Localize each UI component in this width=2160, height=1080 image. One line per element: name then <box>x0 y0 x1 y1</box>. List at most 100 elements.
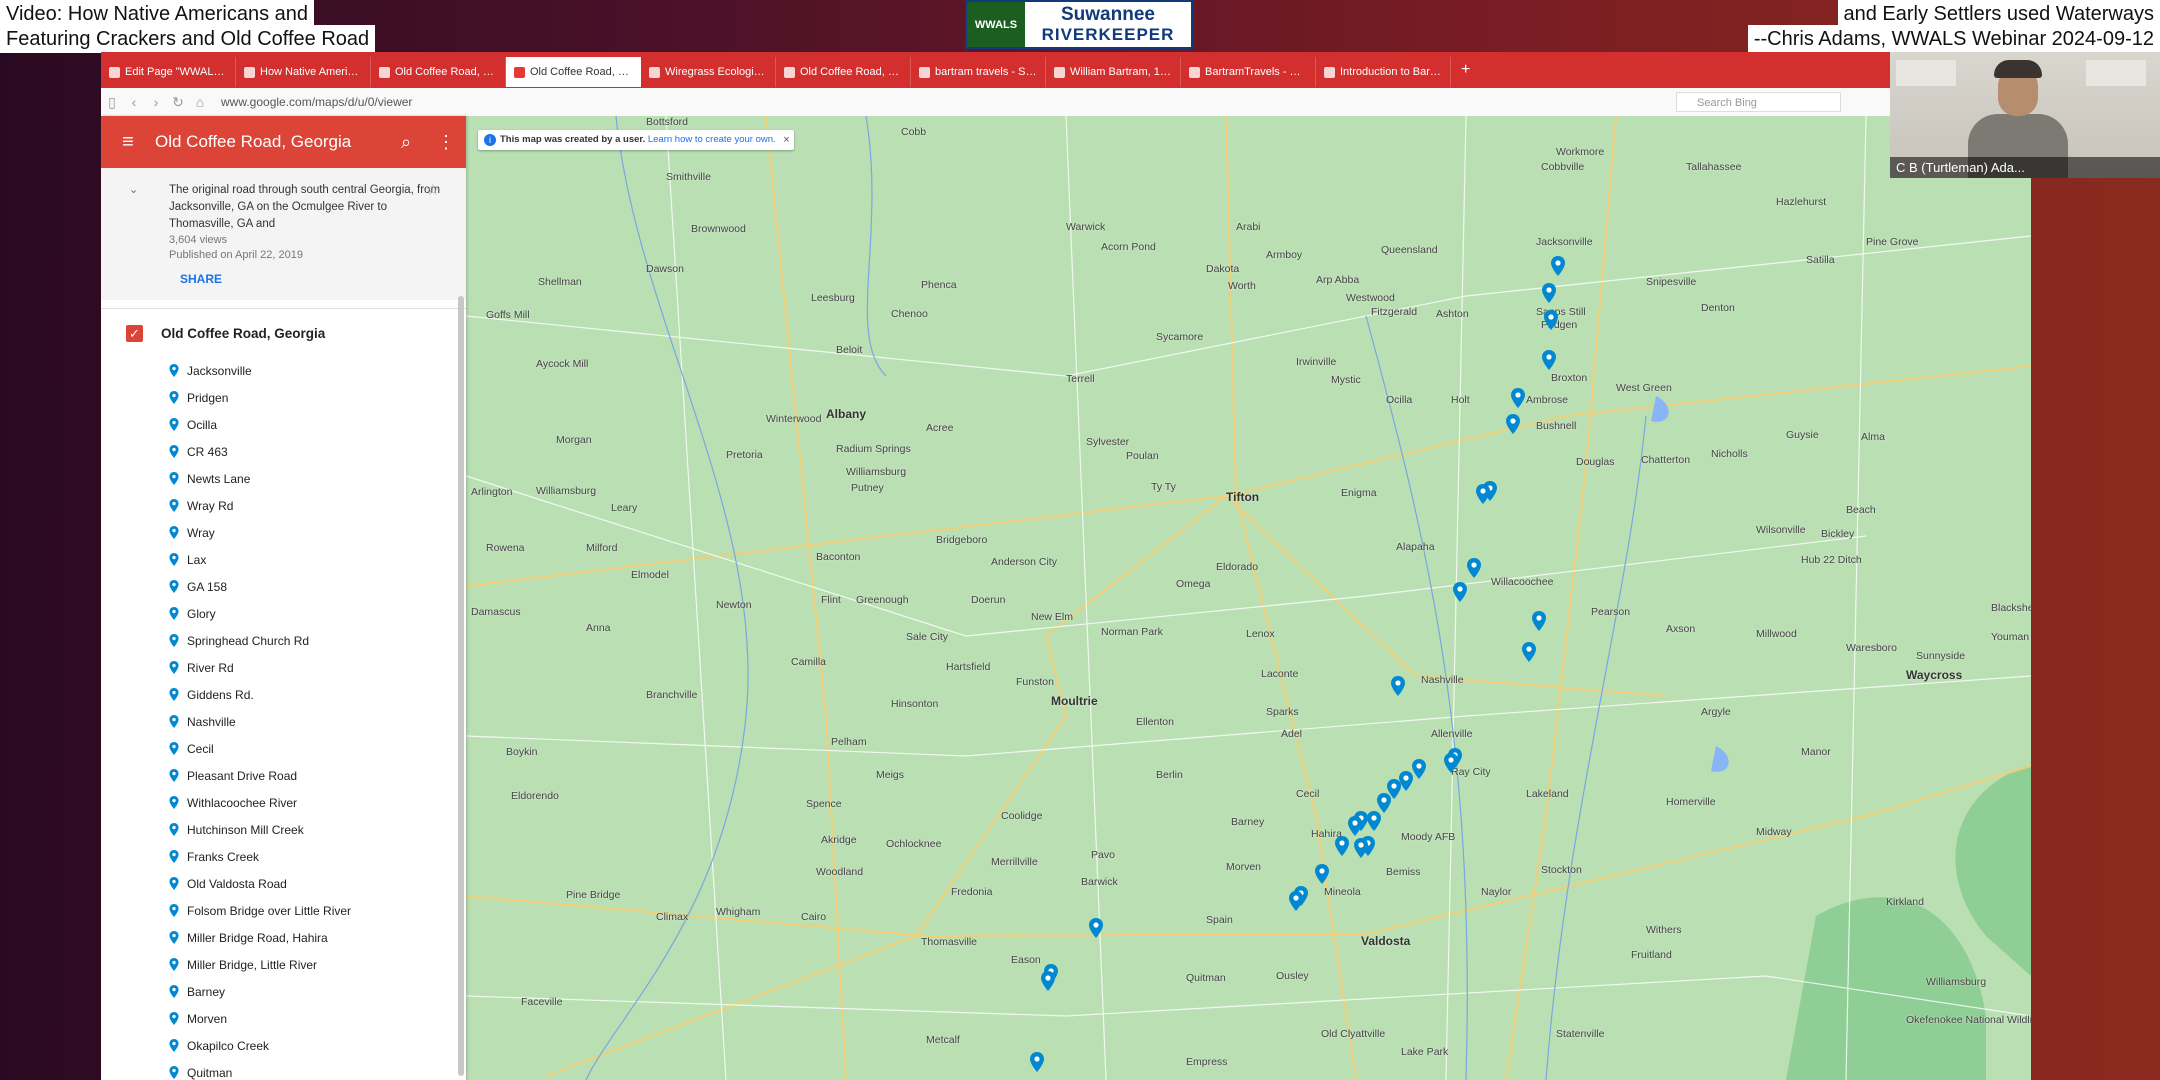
placemark-list-item[interactable]: Pleasant Drive Road <box>101 762 466 789</box>
placemark-list-item[interactable]: Lax <box>101 546 466 573</box>
map-town-label: Shellman <box>538 276 582 288</box>
placemark-list-item[interactable]: CR 463 <box>101 438 466 465</box>
browser-tab[interactable]: William Bartram, 1739-1... <box>1046 57 1181 87</box>
placemark-pin-icon <box>169 607 179 620</box>
map-marker-icon[interactable] <box>1511 388 1525 408</box>
back-icon[interactable]: ‹ <box>123 94 145 110</box>
placemark-list-item[interactable]: Withlacoochee River <box>101 789 466 816</box>
map-town-label: Eldorado <box>1216 561 1259 573</box>
more-options-icon[interactable]: ⋮ <box>426 132 466 153</box>
map-marker-icon[interactable] <box>1551 256 1565 276</box>
map-marker-icon[interactable] <box>1453 582 1467 602</box>
map-marker-icon[interactable] <box>1367 811 1381 831</box>
placemark-list-item[interactable]: River Rd <box>101 654 466 681</box>
map-marker-icon[interactable] <box>1089 918 1103 938</box>
map-marker-icon[interactable] <box>1399 771 1413 791</box>
placemark-list-item[interactable]: Old Valdosta Road <box>101 870 466 897</box>
reload-icon[interactable]: ↻ <box>167 94 189 111</box>
map-town-label: Queensland <box>1381 244 1438 256</box>
map-marker-icon[interactable] <box>1542 283 1556 303</box>
browser-tab[interactable]: Old Coffee Road, Georgi... <box>371 57 506 87</box>
address-bar[interactable]: www.google.com/maps/d/u/0/viewer <box>221 95 1571 109</box>
placemark-list-item[interactable]: Ocilla <box>101 411 466 438</box>
placemark-list-item[interactable]: Miller Bridge, Little River <box>101 951 466 978</box>
map-title: Old Coffee Road, Georgia <box>155 132 352 151</box>
map-town-label: Goffs Mill <box>486 309 530 321</box>
map-marker-icon[interactable] <box>1506 414 1520 434</box>
map-marker-icon[interactable] <box>1467 558 1481 578</box>
placemark-list-item[interactable]: Nashville <box>101 708 466 735</box>
map-marker-icon[interactable] <box>1391 676 1405 696</box>
map-canvas[interactable]: i This map was created by a user. Learn … <box>466 116 2031 1080</box>
map-marker-icon[interactable] <box>1030 1052 1044 1072</box>
placemark-list-item[interactable]: Okapilco Creek <box>101 1032 466 1059</box>
map-marker-icon[interactable] <box>1315 864 1329 884</box>
learn-more-link[interactable]: Learn how to create your own. <box>648 134 776 145</box>
map-marker-icon[interactable] <box>1532 611 1546 631</box>
placemark-list-item[interactable]: Wray <box>101 519 466 546</box>
collapse-chevron-icon[interactable]: ⌄ <box>129 182 138 199</box>
hamburger-menu-icon[interactable]: ≡ <box>101 131 155 154</box>
forward-icon[interactable]: › <box>145 94 167 110</box>
placemark-list-item[interactable]: Hutchinson Mill Creek <box>101 816 466 843</box>
map-town-label: Lakeland <box>1526 788 1569 800</box>
browser-tab[interactable]: BartramTravels - Bartra... <box>1181 57 1316 87</box>
placemark-list-item[interactable]: Jacksonville <box>101 357 466 384</box>
map-marker-icon[interactable] <box>1476 484 1490 504</box>
map-marker-icon[interactable] <box>1335 836 1349 856</box>
share-button[interactable]: SHARE <box>180 271 446 288</box>
new-tab-button[interactable]: + <box>1451 61 1480 79</box>
placemark-list-item[interactable]: Miller Bridge Road, Hahira <box>101 924 466 951</box>
placemark-pin-icon <box>169 580 179 593</box>
map-town-label: Waycross <box>1906 668 1963 682</box>
browser-tab[interactable]: bartram travels - Search <box>911 57 1046 87</box>
panel-scrollbar[interactable] <box>458 296 464 1076</box>
map-marker-icon[interactable] <box>1444 753 1458 773</box>
placemark-list-item[interactable]: GA 158 <box>101 573 466 600</box>
map-town-label: Greenough <box>856 594 909 606</box>
map-marker-icon[interactable] <box>1354 838 1368 858</box>
map-marker-icon[interactable] <box>1412 759 1426 779</box>
home-icon[interactable]: ⌂ <box>189 94 211 110</box>
map-town-label: Laconte <box>1261 668 1299 680</box>
map-town-label: Elmodel <box>631 569 669 581</box>
map-town-label: Anderson City <box>991 556 1057 568</box>
placemark-list-item[interactable]: Newts Lane <box>101 465 466 492</box>
browser-tab[interactable]: Introduction to Bartram'... <box>1316 57 1451 87</box>
map-town-label: Ochlocknee <box>886 838 942 850</box>
placemark-list-item[interactable]: Quitman <box>101 1059 466 1080</box>
map-town-label: Kirkland <box>1886 896 1924 908</box>
browser-tab[interactable]: How Native Americans a... <box>236 57 371 87</box>
placemark-list-item[interactable]: Morven <box>101 1005 466 1032</box>
layer-header[interactable]: ✓ Old Coffee Road, Georgia <box>101 308 466 357</box>
map-marker-icon[interactable] <box>1377 793 1391 813</box>
map-town-label: Midway <box>1756 826 1792 838</box>
placemark-list-item[interactable]: Pridgen <box>101 384 466 411</box>
map-marker-icon[interactable] <box>1289 891 1303 911</box>
placemark-list-item[interactable]: Giddens Rd. <box>101 681 466 708</box>
layer-checkbox[interactable]: ✓ <box>126 324 143 342</box>
map-marker-icon[interactable] <box>1542 350 1556 370</box>
browser-tab[interactable]: Edit Page "WWALS Wate... <box>101 57 236 87</box>
placemark-list-item[interactable]: Wray Rd <box>101 492 466 519</box>
map-marker-icon[interactable] <box>1041 971 1055 991</box>
close-icon[interactable]: × <box>783 130 789 150</box>
browser-tab[interactable]: Wiregrass Ecological an... <box>641 57 776 87</box>
placemark-list-item[interactable]: Springhead Church Rd <box>101 627 466 654</box>
placemark-list-item[interactable]: Barney <box>101 978 466 1005</box>
map-marker-icon[interactable] <box>1348 816 1362 836</box>
browser-tab[interactable]: Old Coffee Road, Georgia <box>506 57 641 87</box>
map-marker-icon[interactable] <box>1544 310 1558 330</box>
sidebar-toggle-icon[interactable]: ▯ <box>101 94 123 111</box>
placemark-pin-icon <box>169 877 179 890</box>
placemark-list-item[interactable]: Cecil <box>101 735 466 762</box>
star-icon[interactable]: ☆ <box>426 182 440 199</box>
placemark-list-item[interactable]: Franks Creek <box>101 843 466 870</box>
browser-tab[interactable]: Old Coffee Road, Georgi... <box>776 57 911 87</box>
map-description: The original road through south central … <box>169 184 441 230</box>
placemark-list-item[interactable]: Folsom Bridge over Little River <box>101 897 466 924</box>
map-marker-icon[interactable] <box>1522 642 1536 662</box>
search-box[interactable]: Search Bing <box>1676 92 1841 112</box>
placemark-list-item[interactable]: Glory <box>101 600 466 627</box>
search-icon[interactable]: ⌕ <box>386 132 426 153</box>
